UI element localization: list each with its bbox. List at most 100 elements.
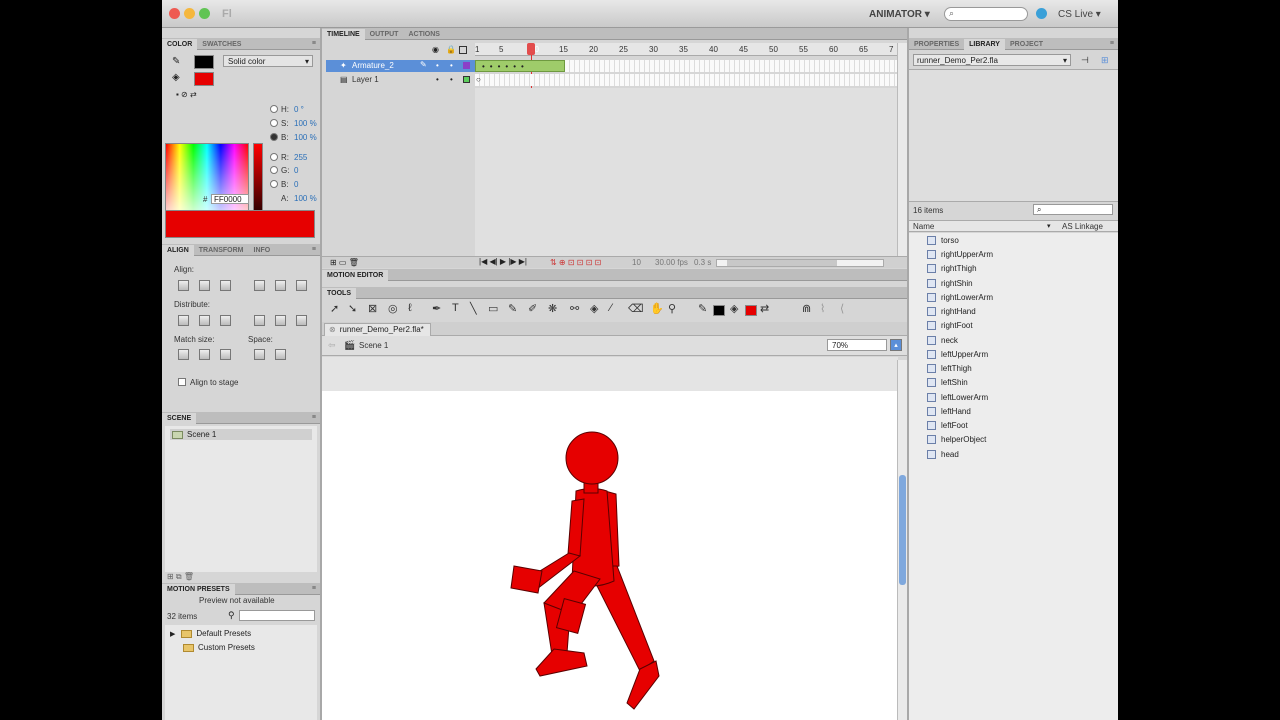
tab-info[interactable]: INFO — [249, 245, 276, 257]
hex-input[interactable]: FF0000 — [211, 194, 249, 204]
match-width-icon[interactable] — [178, 349, 189, 360]
tab-actions[interactable]: ACTIONS — [403, 29, 445, 41]
hand-tool-icon[interactable]: ✋ — [650, 302, 664, 315]
stage-vscroll-thumb[interactable] — [899, 475, 906, 585]
distribute-hcenter-icon[interactable] — [275, 315, 286, 326]
tab-swatches[interactable]: SWATCHES — [197, 39, 246, 51]
minimize-window-button[interactable] — [184, 8, 195, 19]
space-horizontal-icon[interactable] — [275, 349, 286, 360]
saturation-radio[interactable] — [270, 119, 278, 127]
frame-ruler[interactable]: 1 5 10 15 20 25 30 35 40 45 50 55 60 65 … — [475, 43, 897, 56]
align-bottom-icon[interactable] — [296, 280, 307, 291]
align-to-stage-checkbox[interactable] — [178, 378, 186, 386]
eraser-tool-icon[interactable]: ⌫ — [628, 302, 644, 315]
tab-transform[interactable]: TRANSFORM — [194, 245, 249, 257]
runner-figure[interactable] — [322, 391, 898, 720]
workspace-switcher[interactable]: ANIMATOR ▾ — [869, 9, 930, 20]
list-item[interactable]: rightUpperArm — [927, 250, 993, 260]
layer-row-armature[interactable]: ✦ Armature_2 ✎ • • — [326, 60, 475, 72]
name-column-header[interactable]: Name — [913, 222, 934, 231]
list-item[interactable]: Custom Presets — [183, 643, 255, 652]
swap-colors-icon[interactable]: ▪ ⊘ ⇄ — [176, 90, 197, 99]
close-window-button[interactable] — [169, 8, 180, 19]
pencil-tool-icon[interactable]: ✎ — [508, 302, 517, 315]
stroke-color-swatch[interactable] — [713, 305, 725, 316]
timeline-hscroll[interactable] — [716, 259, 884, 267]
green-radio[interactable] — [270, 166, 278, 174]
blue-value[interactable]: 0 — [294, 180, 298, 189]
pose-span[interactable]: •••••• — [475, 60, 565, 72]
align-left-icon[interactable] — [178, 280, 189, 291]
bone-tool-icon[interactable]: ⚯ — [570, 302, 579, 315]
layer-lock-header-icon[interactable]: 🔒 — [446, 45, 456, 54]
align-top-icon[interactable] — [254, 280, 265, 291]
list-item[interactable]: leftUpperArm — [927, 350, 988, 360]
presets-search-input[interactable] — [239, 610, 315, 621]
free-transform-tool-icon[interactable]: ⊠ — [368, 302, 377, 315]
panel-menu-icon[interactable]: ≡ — [312, 40, 316, 47]
list-item[interactable]: leftThigh — [927, 364, 972, 374]
timeline-vscroll[interactable] — [897, 43, 907, 256]
panel-menu-icon[interactable]: ≡ — [1110, 40, 1114, 47]
timeline-hscroll-thumb[interactable] — [727, 260, 837, 266]
lasso-tool-icon[interactable]: ℓ — [408, 302, 412, 314]
stroke-color-swatch[interactable] — [194, 55, 214, 69]
tab-library[interactable]: LIBRARY — [964, 39, 1005, 51]
subselection-tool-icon[interactable]: ➘ — [348, 302, 357, 315]
list-item[interactable]: leftFoot — [927, 421, 968, 431]
panel-menu-icon[interactable]: ≡ — [312, 585, 316, 592]
sort-chevron-icon[interactable]: ▾ — [1047, 222, 1051, 230]
help-search-input[interactable]: ⌕ — [944, 7, 1028, 21]
tab-output[interactable]: OUTPUT — [365, 29, 404, 41]
3d-rotation-tool-icon[interactable]: ◎ — [388, 302, 398, 315]
snap-to-objects-icon[interactable]: ⋒ — [802, 302, 811, 315]
document-tab[interactable]: ⊗ runner_Demo_Per2.fla* — [324, 323, 431, 336]
distribute-top-icon[interactable] — [178, 315, 189, 326]
pen-tool-icon[interactable]: ✒ — [432, 302, 441, 315]
brush-tool-icon[interactable]: ✐ — [528, 302, 537, 315]
red-radio[interactable] — [270, 153, 278, 161]
align-hcenter-icon[interactable] — [199, 280, 210, 291]
scene-list-item[interactable]: Scene 1 — [170, 429, 312, 440]
hue-value[interactable]: 0 ° — [294, 105, 304, 114]
rectangle-tool-icon[interactable]: ▭ — [488, 302, 498, 315]
playback-controls[interactable]: |◀ ◀| ▶ |▶ ▶| — [479, 257, 527, 266]
current-frame-field[interactable]: 10 — [632, 258, 641, 267]
paint-bucket-tool-icon[interactable]: ◈ — [590, 302, 598, 315]
tab-scene[interactable]: SCENE — [162, 413, 197, 425]
straighten-icon[interactable]: ⟨ — [840, 302, 844, 315]
list-item[interactable]: neck — [927, 336, 958, 346]
align-vcenter-icon[interactable] — [275, 280, 286, 291]
smooth-icon[interactable]: ⌇ — [820, 302, 825, 315]
list-item[interactable]: helperObject — [927, 435, 986, 445]
library-document-select[interactable]: runner_Demo_Per2.fla ▾ — [913, 54, 1071, 66]
align-right-icon[interactable] — [220, 280, 231, 291]
panel-menu-icon[interactable]: ≡ — [312, 414, 316, 421]
stage-vscroll[interactable] — [897, 360, 907, 720]
blue-radio[interactable] — [270, 180, 278, 188]
space-vertical-icon[interactable] — [254, 349, 265, 360]
layer1-frames[interactable]: ○ — [475, 74, 897, 86]
layer-row-layer1[interactable]: ▤ Layer 1 • • — [326, 74, 475, 86]
panel-menu-icon[interactable]: ≡ — [312, 246, 316, 253]
list-item[interactable]: rightLowerArm — [927, 293, 993, 303]
new-layer-icon[interactable]: ⊞ ▭ 🗑 — [330, 258, 359, 267]
fill-color-swatch[interactable] — [194, 72, 214, 86]
close-icon[interactable]: ⊗ — [329, 325, 336, 334]
tab-timeline[interactable]: TIMELINE — [322, 29, 365, 41]
list-item[interactable]: rightFoot — [927, 321, 973, 331]
playhead-handle[interactable] — [527, 43, 535, 55]
deco-tool-icon[interactable]: ❋ — [548, 302, 557, 315]
match-height-icon[interactable] — [199, 349, 210, 360]
list-item[interactable]: rightHand — [927, 307, 976, 317]
library-search-input[interactable]: ⌕ — [1033, 204, 1113, 215]
new-library-panel-icon[interactable]: ⊞ — [1101, 55, 1109, 66]
tab-motion-editor[interactable]: MOTION EDITOR — [322, 270, 389, 282]
scene-buttons[interactable]: ⊞ ⧉ 🗑 — [167, 572, 194, 582]
list-item[interactable]: rightShin — [927, 279, 973, 289]
tab-align[interactable]: ALIGN — [162, 245, 194, 257]
tab-tools[interactable]: TOOLS — [322, 288, 356, 300]
layer-outline-header-icon[interactable] — [459, 46, 467, 54]
distribute-right-icon[interactable] — [296, 315, 307, 326]
layer-visibility-header-icon[interactable]: ◉ — [432, 45, 439, 54]
